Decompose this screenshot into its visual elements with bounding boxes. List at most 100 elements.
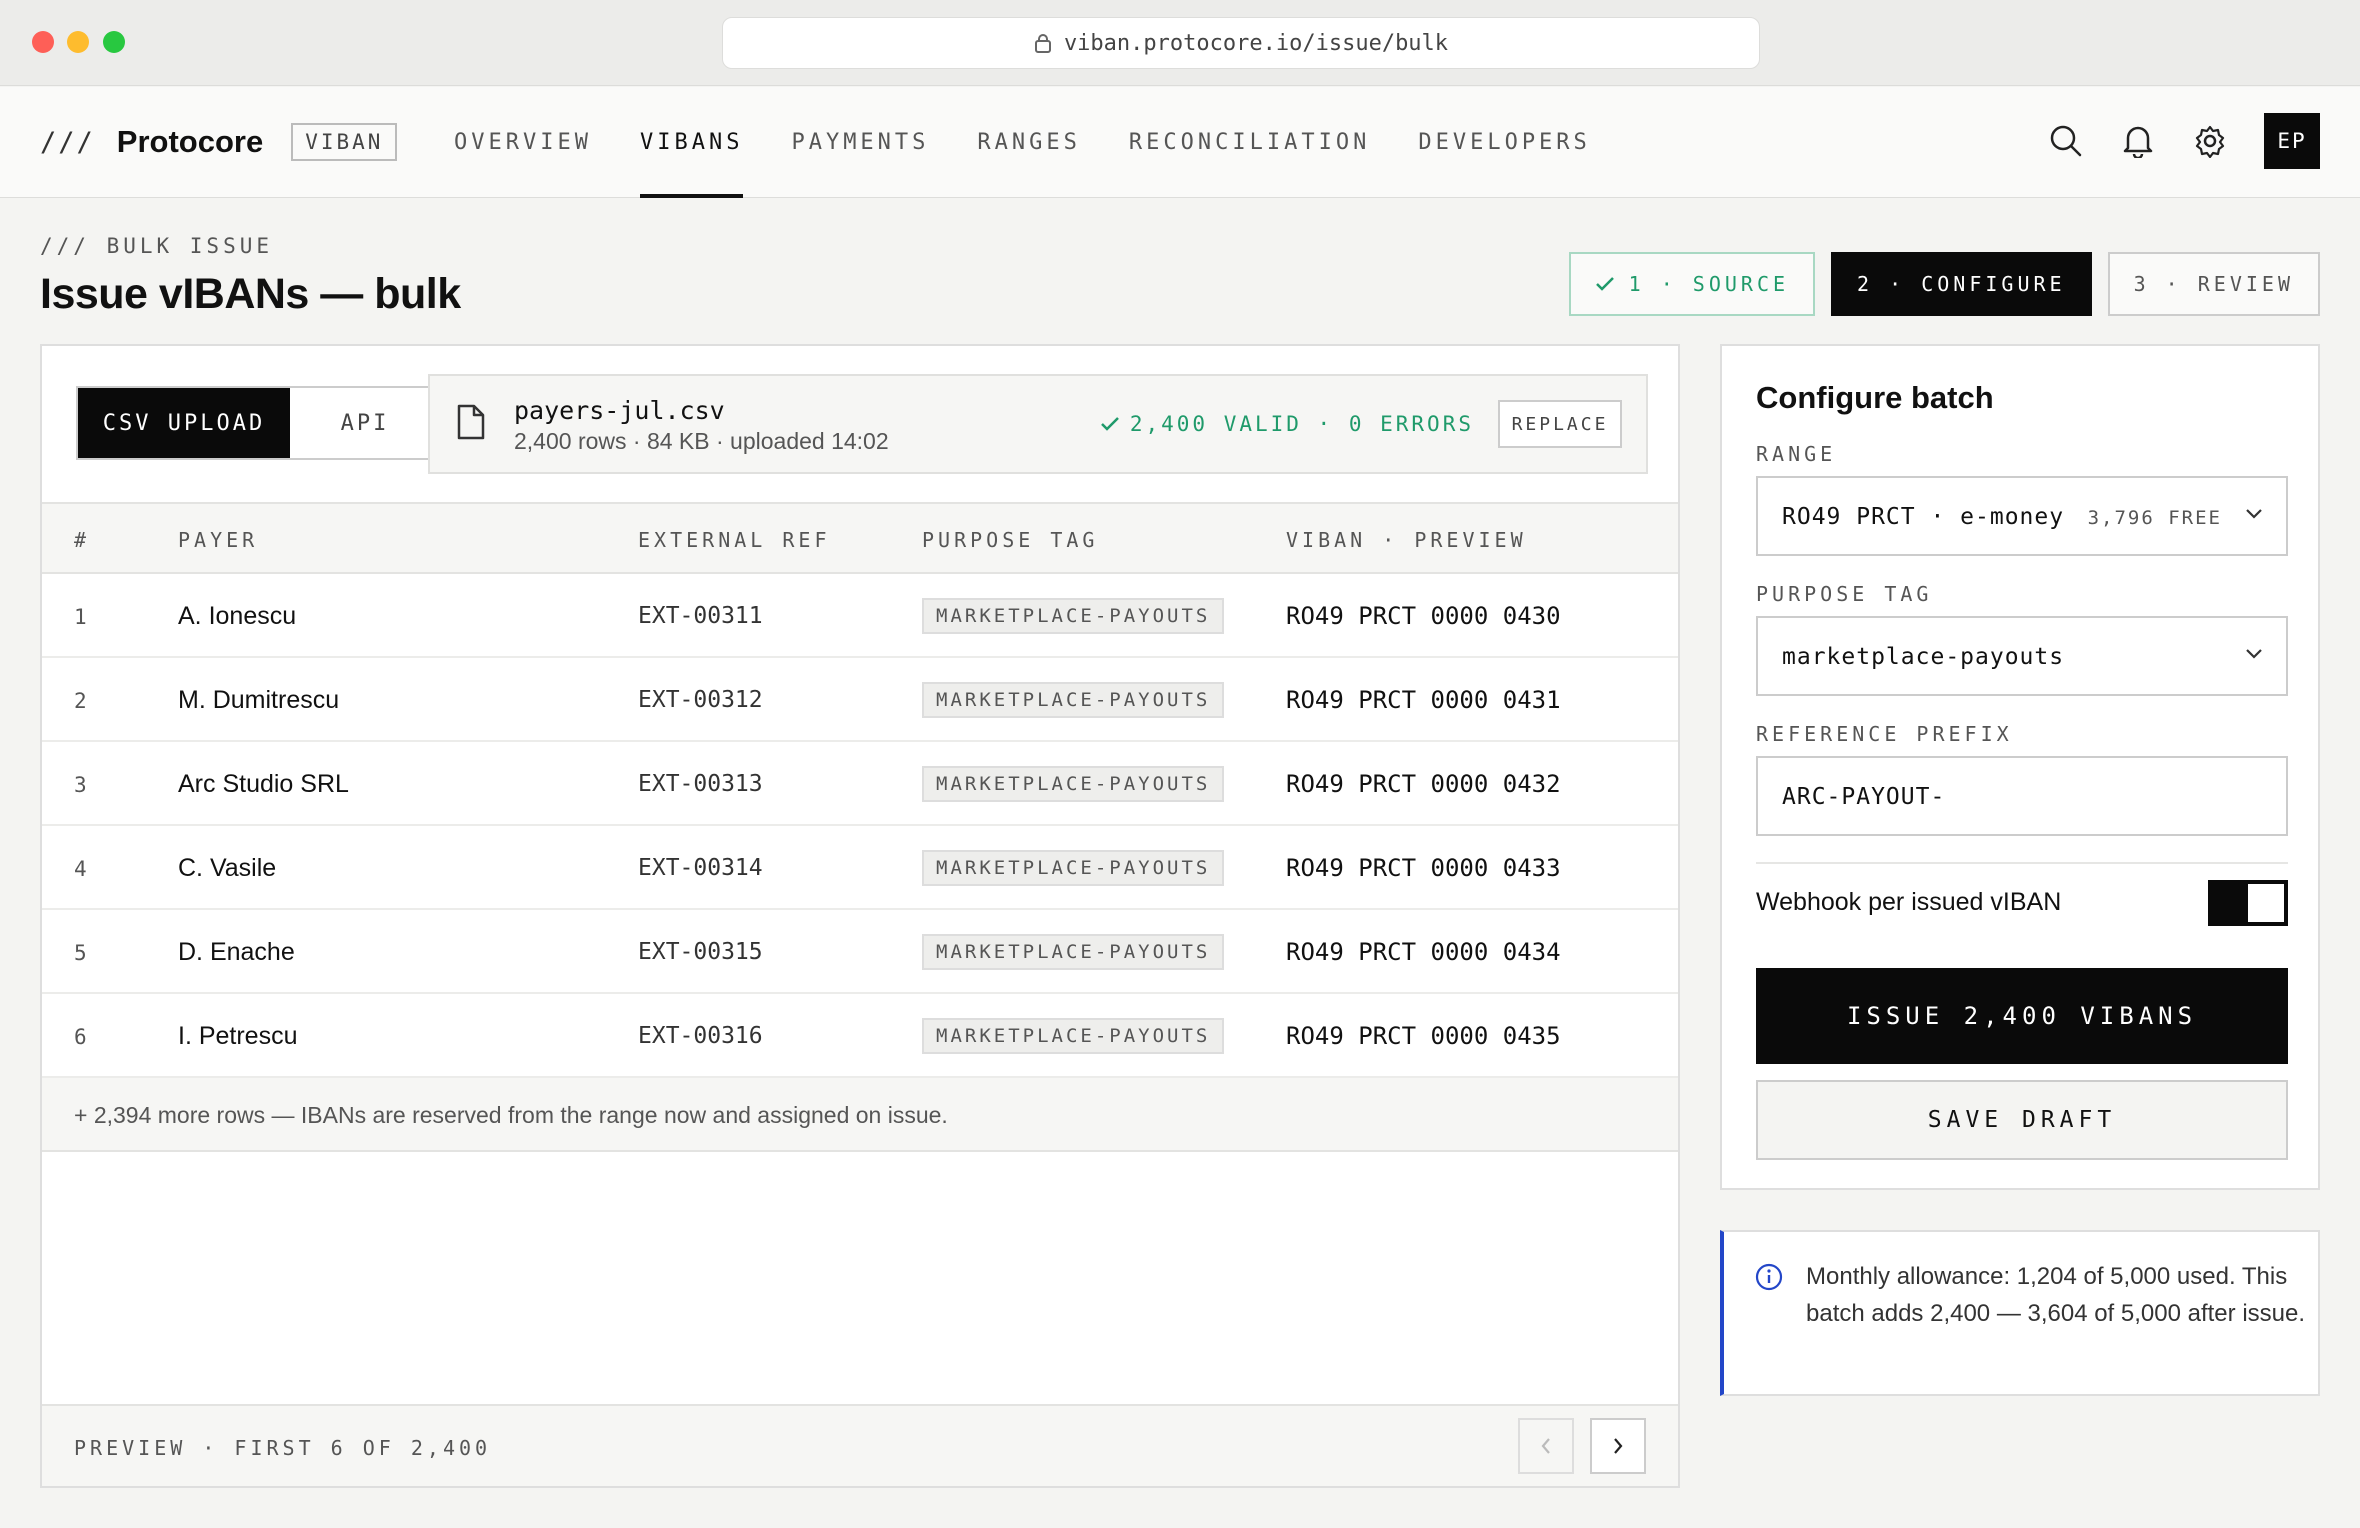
step-configure[interactable]: 2 · CONFIGURE	[1831, 252, 2092, 316]
bell-icon[interactable]	[2120, 123, 2156, 159]
col-external-ref: EXTERNAL REF	[638, 528, 831, 552]
search-icon[interactable]	[2048, 123, 2084, 159]
row-viban: RO49 PRCT 0000 0433	[1286, 854, 1561, 882]
user-avatar[interactable]: EP	[2264, 113, 2320, 169]
range-free-count: 3,796 FREE	[2087, 507, 2222, 529]
info-icon	[1755, 1263, 1783, 1291]
step-source-label: 1 · SOURCE	[1628, 272, 1790, 296]
divider	[1756, 862, 2288, 864]
address-bar[interactable]: viban.protocore.io/issue/bulk	[722, 17, 1760, 69]
row-purpose-tag: MARKETPLACE-PAYOUTS	[922, 1018, 1225, 1054]
product-badge: VIBAN	[291, 123, 398, 161]
issue-vibans-button[interactable]: ISSUE 2,400 VIBANS	[1756, 968, 2288, 1064]
tab-api[interactable]: API	[290, 388, 440, 458]
save-draft-button[interactable]: SAVE DRAFT	[1756, 1080, 2288, 1160]
range-label: RANGE	[1756, 442, 1837, 466]
reference-prefix-input[interactable]: ARC-PAYOUT-	[1756, 756, 2288, 836]
purpose-tag-select[interactable]: marketplace-payouts	[1756, 616, 2288, 696]
row-number: 4	[74, 857, 87, 881]
row-external-ref: EXT-00313	[638, 771, 763, 797]
col-payer: PAYER	[178, 528, 259, 552]
uploaded-file: payers-jul.csv 2,400 rows · 84 KB · uplo…	[428, 374, 1648, 474]
more-rows-note: + 2,394 more rows — IBANs are reserved f…	[42, 1078, 1678, 1152]
table-row[interactable]: 3 Arc Studio SRL EXT-00313 MARKETPLACE-P…	[42, 742, 1678, 826]
chevron-left-icon	[1541, 1438, 1550, 1454]
nav-ranges[interactable]: RANGES	[953, 87, 1104, 198]
table-row[interactable]: 5 D. Enache EXT-00315 MARKETPLACE-PAYOUT…	[42, 910, 1678, 994]
validation-status-text: 2,400 VALID · 0 ERRORS	[1129, 412, 1474, 436]
col-purpose-tag: PURPOSE TAG	[922, 528, 1099, 552]
browser-window: viban.protocore.io/issue/bulk /// Protoc…	[0, 0, 2360, 1528]
check-icon	[1100, 417, 1119, 431]
page-title: Issue vIBANs — bulk	[40, 270, 461, 318]
row-external-ref: EXT-00315	[638, 939, 763, 965]
step-review[interactable]: 3 · REVIEW	[2107, 252, 2320, 316]
row-viban: RO49 PRCT 0000 0435	[1286, 1022, 1561, 1050]
row-number: 6	[74, 1025, 87, 1049]
table-row[interactable]: 2 M. Dumitrescu EXT-00312 MARKETPLACE-PA…	[42, 658, 1678, 742]
chevron-right-icon	[1614, 1438, 1623, 1454]
row-number: 5	[74, 941, 87, 965]
reference-prefix-value: ARC-PAYOUT-	[1782, 784, 1946, 810]
validation-status: 2,400 VALID · 0 ERRORS	[1100, 412, 1474, 436]
file-icon	[457, 404, 485, 440]
table-row[interactable]: 6 I. Petrescu EXT-00316 MARKETPLACE-PAYO…	[42, 994, 1678, 1078]
row-payer: A. Ionescu	[178, 602, 297, 630]
row-external-ref: EXT-00314	[638, 855, 763, 881]
tab-csv-upload[interactable]: CSV UPLOAD	[78, 388, 290, 458]
range-select[interactable]: RO49 PRCT · e-money 3,796 FREE	[1756, 476, 2288, 556]
minimize-window-button[interactable]	[67, 31, 89, 53]
wizard-steps: 1 · SOURCE 2 · CONFIGURE 3 · REVIEW	[1568, 252, 2320, 316]
app-header: /// Protocore VIBAN OVERVIEW VIBANS PAYM…	[0, 87, 2360, 198]
step-source[interactable]: 1 · SOURCE	[1568, 252, 1816, 316]
row-number: 3	[74, 773, 87, 797]
brand-slashes: ///	[40, 126, 95, 158]
nav-vibans[interactable]: VIBANS	[616, 87, 767, 198]
row-purpose-tag: MARKETPLACE-PAYOUTS	[922, 934, 1225, 970]
allowance-notice: Monthly allowance: 1,204 of 5,000 used. …	[1720, 1230, 2320, 1396]
previous-page-button[interactable]	[1518, 1418, 1574, 1474]
row-viban: RO49 PRCT 0000 0432	[1286, 770, 1561, 798]
col-number: #	[74, 528, 91, 552]
header-actions: EP	[2048, 113, 2320, 169]
replace-button[interactable]: REPLACE	[1498, 400, 1622, 448]
nav-overview[interactable]: OVERVIEW	[430, 87, 616, 198]
row-payer: M. Dumitrescu	[178, 686, 340, 714]
reference-prefix-label: REFERENCE PREFIX	[1756, 722, 2013, 746]
purpose-tag-label: PURPOSE TAG	[1756, 582, 1933, 606]
source-toggle: CSV UPLOAD API	[76, 386, 442, 460]
purpose-tag-value: marketplace-payouts	[1782, 644, 2065, 670]
close-window-button[interactable]	[32, 31, 54, 53]
table-header: # PAYER EXTERNAL REF PURPOSE TAG VIBAN ·…	[42, 502, 1678, 574]
allowance-text: Monthly allowance: 1,204 of 5,000 used. …	[1806, 1263, 2306, 1327]
more-rows-text: + 2,394 more rows — IBANs are reserved f…	[74, 1102, 948, 1128]
gear-icon[interactable]	[2192, 123, 2228, 159]
row-number: 1	[74, 605, 87, 629]
row-payer: D. Enache	[178, 938, 295, 966]
chevron-down-icon	[2246, 649, 2262, 659]
webhook-toggle[interactable]	[2208, 880, 2288, 926]
upload-preview-card: CSV UPLOAD API payers-jul.csv 2,400 rows…	[40, 344, 1680, 1488]
row-payer: Arc Studio SRL	[178, 770, 349, 798]
range-value: RO49 PRCT · e-money	[1782, 504, 2065, 530]
row-purpose-tag: MARKETPLACE-PAYOUTS	[922, 766, 1225, 802]
webhook-label: Webhook per issued vIBAN	[1756, 888, 2062, 916]
row-payer: I. Petrescu	[178, 1022, 298, 1050]
table-row[interactable]: 4 C. Vasile EXT-00314 MARKETPLACE-PAYOUT…	[42, 826, 1678, 910]
row-viban: RO49 PRCT 0000 0431	[1286, 686, 1561, 714]
file-name: payers-jul.csv	[514, 396, 725, 425]
table-row[interactable]: 1 A. Ionescu EXT-00311 MARKETPLACE-PAYOU…	[42, 574, 1678, 658]
page-eyebrow: /// BULK ISSUE	[40, 234, 274, 258]
nav-payments[interactable]: PAYMENTS	[767, 87, 953, 198]
brand[interactable]: /// Protocore VIBAN	[40, 123, 398, 161]
row-purpose-tag: MARKETPLACE-PAYOUTS	[922, 682, 1225, 718]
row-payer: C. Vasile	[178, 854, 277, 882]
nav-developers[interactable]: DEVELOPERS	[1394, 87, 1614, 198]
browser-titlebar: viban.protocore.io/issue/bulk	[0, 0, 2360, 86]
maximize-window-button[interactable]	[103, 31, 125, 53]
row-purpose-tag: MARKETPLACE-PAYOUTS	[922, 598, 1225, 634]
next-page-button[interactable]	[1590, 1418, 1646, 1474]
row-external-ref: EXT-00316	[638, 1023, 763, 1049]
col-viban-preview: VIBAN · PREVIEW	[1286, 528, 1527, 552]
nav-reconciliation[interactable]: RECONCILIATION	[1105, 87, 1394, 198]
